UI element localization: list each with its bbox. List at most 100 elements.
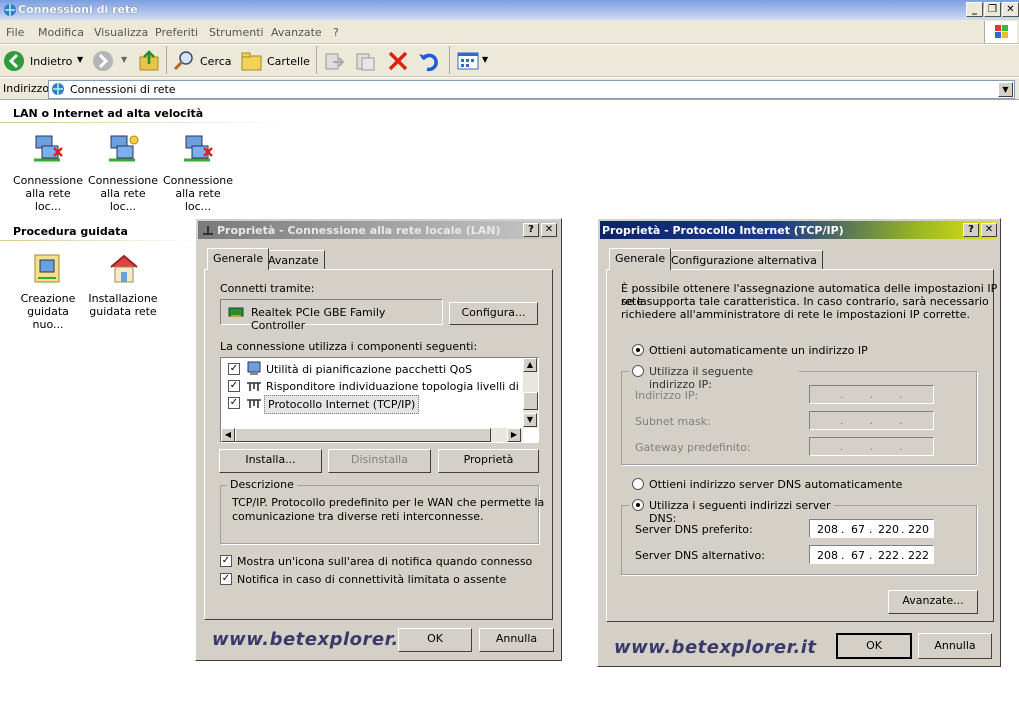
tab-general[interactable]: Generale xyxy=(207,248,270,270)
windows-logo-icon xyxy=(984,21,1017,43)
preferred-dns-octet: 220 xyxy=(908,523,929,536)
network-connections-icon xyxy=(52,83,64,95)
list-item[interactable]: ✓ Protocollo Internet (TCP/IP) xyxy=(224,395,519,414)
tab-alternate-configuration[interactable]: Configurazione alternativa xyxy=(665,250,823,270)
tcpip-dialog-title: Proprietà - Protocollo Internet (TCP/IP) xyxy=(602,224,844,237)
preferred-dns-field[interactable]: 208. 67. 220. 220 xyxy=(809,519,934,538)
components-list[interactable]: ✓ Utilità di pianificazione pacchetti Qo… xyxy=(220,357,539,443)
auto-ip-radio[interactable] xyxy=(632,344,644,356)
menu-edit[interactable]: Modifica xyxy=(38,26,84,39)
component-checkbox[interactable]: ✓ xyxy=(228,380,240,392)
undo-icon[interactable] xyxy=(418,50,440,72)
gateway-field[interactable]: ... xyxy=(809,437,934,456)
help-button[interactable]: ? xyxy=(523,223,539,237)
toolbar-separator xyxy=(166,46,167,74)
up-folder-icon[interactable] xyxy=(138,49,160,73)
manual-dns-radio[interactable] xyxy=(632,499,644,511)
back-dropdown-icon[interactable]: ▼ xyxy=(77,55,83,64)
component-checkbox[interactable]: ✓ xyxy=(228,363,240,375)
restore-button[interactable]: ❐ xyxy=(984,2,1001,17)
horizontal-scrollbar[interactable]: ◀ ▶ xyxy=(221,428,523,442)
folders-button-label[interactable]: Cartelle xyxy=(267,55,310,68)
auto-ip-label: Ottieni automaticamente un indirizzo IP xyxy=(649,344,868,357)
folders-icon[interactable] xyxy=(240,50,264,72)
ip-address-field[interactable]: ... xyxy=(809,385,934,404)
manual-dns-legend: Utilizza i seguenti indirizzi server DNS… xyxy=(629,499,834,525)
list-item[interactable]: ✓ Risponditore individuazione topologia … xyxy=(224,378,538,394)
show-icon-label: Mostra un'icona sull'area di notifica qu… xyxy=(237,555,533,568)
scroll-thumb[interactable] xyxy=(523,392,538,410)
tab-general[interactable]: Generale xyxy=(609,248,672,270)
configure-button[interactable]: Configura... xyxy=(449,302,538,325)
toolbar-separator xyxy=(316,46,317,74)
scroll-up-icon[interactable]: ▲ xyxy=(523,358,537,372)
manual-ip-radio[interactable] xyxy=(632,365,644,377)
views-icon[interactable] xyxy=(456,50,482,72)
cancel-button[interactable]: Annulla xyxy=(479,628,554,652)
scroll-down-icon[interactable]: ▼ xyxy=(523,413,537,427)
notify-limited-checkbox[interactable]: ✓ xyxy=(220,573,232,585)
minimize-button[interactable]: _ xyxy=(966,2,983,17)
lan-item-label: alla rete loc... xyxy=(175,187,221,213)
wizard-new-connection-item[interactable]: Creazione guidata nuo... xyxy=(12,252,84,331)
preferred-dns-octet: 220 xyxy=(878,523,899,536)
scroll-right-icon[interactable]: ▶ xyxy=(507,428,521,442)
search-button-label[interactable]: Cerca xyxy=(200,55,232,68)
search-icon[interactable] xyxy=(173,50,195,72)
move-to-icon[interactable] xyxy=(323,50,345,72)
network-protocol-icon xyxy=(247,382,261,391)
wizard-item-label: guidata rete xyxy=(89,305,157,318)
network-setup-house-icon xyxy=(110,254,138,283)
watermark-text: www.betexplorer.it xyxy=(614,637,817,658)
delete-icon[interactable] xyxy=(387,50,409,72)
scroll-left-icon[interactable]: ◀ xyxy=(221,428,235,442)
menu-view[interactable]: Visualizza xyxy=(94,26,148,39)
uninstall-button[interactable]: Disinstalla xyxy=(328,449,431,473)
tab-advanced[interactable]: Avanzate xyxy=(262,250,325,270)
menu-tools[interactable]: Strumenti xyxy=(209,26,264,39)
address-input[interactable]: Connessioni di rete ▼ xyxy=(48,80,1015,99)
list-item[interactable]: ✓ Utilità di pianificazione pacchetti Qo… xyxy=(224,361,519,377)
wizard-section-title: Procedura guidata xyxy=(13,225,128,238)
menu-help[interactable]: ? xyxy=(333,26,339,39)
subnet-mask-field[interactable]: ... xyxy=(809,411,934,430)
lan-connection-item-1[interactable]: Connessione alla rete loc... xyxy=(12,132,84,213)
forward-arrow-icon[interactable] xyxy=(92,50,114,72)
address-value: Connessioni di rete xyxy=(70,83,176,96)
lan-connection-item-3[interactable]: Connessione alla rete loc... xyxy=(162,132,234,213)
copy-to-icon[interactable] xyxy=(354,50,376,72)
show-icon-checkbox[interactable]: ✓ xyxy=(220,555,232,567)
auto-dns-radio[interactable] xyxy=(632,478,644,490)
component-label: Risponditore individuazione topologia li… xyxy=(266,380,538,393)
properties-button[interactable]: Proprietà xyxy=(438,449,539,473)
vertical-scrollbar[interactable]: ▲ ▼ xyxy=(523,358,538,428)
component-checkbox[interactable]: ✓ xyxy=(228,397,240,409)
ip-address-label: Indirizzo IP: xyxy=(635,389,699,402)
gateway-label: Gateway predefinito: xyxy=(635,441,751,454)
cancel-button[interactable]: Annulla xyxy=(918,633,992,659)
ok-button[interactable]: OK xyxy=(836,633,912,659)
alternate-dns-field[interactable]: 208. 67. 222. 222 xyxy=(809,545,934,564)
close-button[interactable]: ✕ xyxy=(981,223,997,237)
wizard-network-setup-item[interactable]: Installazione guidata rete xyxy=(87,252,159,322)
views-dropdown-icon[interactable]: ▼ xyxy=(482,55,488,64)
lan-item-label: alla rete loc... xyxy=(25,187,71,213)
back-button[interactable]: Indietro ▼ xyxy=(3,50,85,72)
lan-connection-item-2[interactable]: Connessione alla rete loc... xyxy=(87,132,159,213)
address-dropdown-icon[interactable]: ▼ xyxy=(998,82,1013,97)
menu-file[interactable]: File xyxy=(6,26,24,39)
forward-dropdown-icon[interactable]: ▼ xyxy=(121,55,127,64)
close-button[interactable]: ✕ xyxy=(541,223,557,237)
menu-advanced[interactable]: Avanzate xyxy=(271,26,322,39)
subnet-mask-label: Subnet mask: xyxy=(635,415,711,428)
advanced-button[interactable]: Avanzate... xyxy=(888,590,978,614)
manual-dns-label: Utilizza i seguenti indirizzi server DNS… xyxy=(649,499,831,525)
ok-button[interactable]: OK xyxy=(398,628,472,652)
toolbar-separator xyxy=(449,46,450,74)
install-button[interactable]: Installa... xyxy=(219,449,322,473)
section-divider xyxy=(0,240,200,241)
scroll-thumb[interactable] xyxy=(235,428,491,442)
menu-favorites[interactable]: Preferiti xyxy=(155,26,198,39)
close-button[interactable]: ✕ xyxy=(1002,2,1019,17)
help-button[interactable]: ? xyxy=(963,223,979,237)
